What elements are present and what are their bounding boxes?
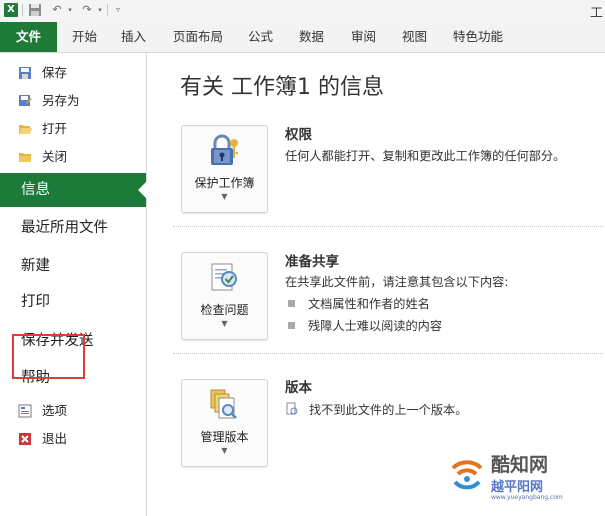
save-icon[interactable]: [28, 3, 42, 17]
quick-access-toolbar: X ↶ ▾ ↷ ▾ ▿ 工: [0, 0, 605, 23]
nav-print-label: 打印: [21, 294, 50, 310]
nav-options-label: 选项: [42, 403, 68, 418]
nav-save-label: 保存: [42, 65, 68, 80]
versions-icon: [210, 389, 237, 419]
nav-close[interactable]: 关闭: [0, 144, 146, 170]
nav-close-label: 关闭: [42, 149, 68, 164]
watermark-sub: 越平阳网: [491, 480, 544, 495]
nav-exit[interactable]: 退出: [0, 426, 146, 452]
save-icon: [19, 67, 31, 79]
protect-workbook-button[interactable]: 保护工作簿 ▼: [181, 125, 268, 213]
tab-file[interactable]: 文件: [0, 22, 57, 52]
prepare-share-description: 在共享此文件前，请注意其包含以下内容:: [285, 275, 509, 289]
backstage-nav: 保存 另存为 打开 关闭 信息 最近所用文件 新建 打印 保存并发送 帮助 选项…: [0, 53, 147, 516]
list-item: 文档属性和作者的姓名: [285, 294, 430, 312]
bullet-text: 残障人士难以阅读的内容: [308, 319, 443, 333]
bullet-icon: [288, 300, 295, 307]
nav-open[interactable]: 打开: [0, 116, 146, 142]
check-issues-label: 检查问题: [200, 303, 249, 317]
toolbar-separator: [22, 4, 23, 16]
tab-insert[interactable]: 插入: [121, 22, 146, 52]
nav-new[interactable]: 新建: [0, 249, 146, 283]
section-divider: [173, 226, 603, 227]
watermark: 酷知网 越平阳网 www.yueyangbang.com: [441, 446, 601, 510]
chevron-down-icon: ▼: [221, 319, 228, 328]
nav-open-label: 打开: [42, 121, 68, 136]
watermark-url: www.yueyangbang.com: [491, 494, 563, 501]
inspect-document-icon: [211, 263, 237, 291]
prepare-share-title: 准备共享: [285, 254, 339, 270]
nav-recent[interactable]: 最近所用文件: [0, 211, 146, 245]
nav-info-label: 信息: [21, 182, 50, 198]
nav-print[interactable]: 打印: [0, 285, 146, 319]
tab-home[interactable]: 开始: [72, 22, 97, 52]
nav-save-as[interactable]: 另存为: [0, 88, 146, 114]
tab-page-layout[interactable]: 页面布局: [173, 22, 223, 52]
print-highlight-box: [12, 334, 85, 379]
tab-review[interactable]: 审阅: [351, 22, 376, 52]
nav-save-as-label: 另存为: [42, 93, 80, 108]
manage-versions-label: 管理版本: [200, 430, 249, 444]
exit-icon: [19, 433, 31, 445]
tab-formulas[interactable]: 公式: [248, 22, 273, 52]
watermark-name: 酷知网: [491, 454, 549, 476]
options-icon: [18, 404, 32, 418]
undo-dropdown-icon[interactable]: ▾: [63, 3, 77, 17]
tab-data[interactable]: 数据: [299, 22, 324, 52]
list-item: 残障人士难以阅读的内容: [285, 316, 442, 334]
versions-description-text: 找不到此文件的上一个版本。: [309, 403, 468, 417]
open-folder-icon: [19, 125, 32, 134]
protect-workbook-label: 保护工作簿: [194, 176, 255, 190]
info-pane: 有关 工作簿1 的信息 保护工作簿 ▼ 权限 任何人都能打开、复制和更改此工作簿…: [147, 53, 605, 516]
toolbar-separator: [107, 4, 108, 16]
permissions-title: 权限: [285, 127, 312, 143]
versions-title: 版本: [285, 380, 312, 396]
save-as-icon: [19, 95, 32, 106]
customize-toolbar-icon[interactable]: ▿: [111, 3, 125, 17]
manage-versions-button[interactable]: 管理版本 ▼: [181, 379, 268, 467]
tab-special-features[interactable]: 特色功能: [453, 22, 503, 52]
document-search-icon: [286, 402, 298, 415]
undo-icon[interactable]: ↶: [50, 3, 64, 17]
permissions-description: 任何人都能打开、复制和更改此工作簿的任何部分。: [285, 149, 566, 163]
nav-save[interactable]: 保存: [0, 60, 146, 86]
tab-view[interactable]: 视图: [402, 22, 427, 52]
close-folder-icon: [19, 153, 31, 162]
nav-info[interactable]: 信息: [0, 173, 147, 207]
lock-key-icon: [211, 134, 238, 165]
versions-description: 找不到此文件的上一个版本。: [285, 400, 467, 418]
nav-options[interactable]: 选项: [0, 398, 146, 424]
bullet-text: 文档属性和作者的姓名: [308, 297, 430, 311]
excel-logo-icon: X: [4, 3, 18, 17]
check-issues-button[interactable]: 检查问题 ▼: [181, 252, 268, 340]
page-title: 有关 工作簿1 的信息: [180, 75, 384, 100]
nav-recent-label: 最近所用文件: [21, 220, 108, 236]
section-divider: [173, 353, 603, 354]
chevron-down-icon: ▼: [221, 192, 228, 201]
nav-exit-label: 退出: [42, 431, 68, 446]
redo-icon[interactable]: ↷: [80, 3, 94, 17]
wifi-logo-icon: [451, 460, 483, 490]
nav-new-label: 新建: [21, 258, 50, 274]
redo-dropdown-icon[interactable]: ▾: [93, 3, 107, 17]
bullet-icon: [288, 322, 295, 329]
window-title: 工: [589, 6, 603, 21]
ribbon-tabs: 文件 开始 插入 页面布局 公式 数据 审阅 视图 特色功能: [0, 22, 605, 53]
chevron-down-icon: ▼: [221, 446, 228, 455]
